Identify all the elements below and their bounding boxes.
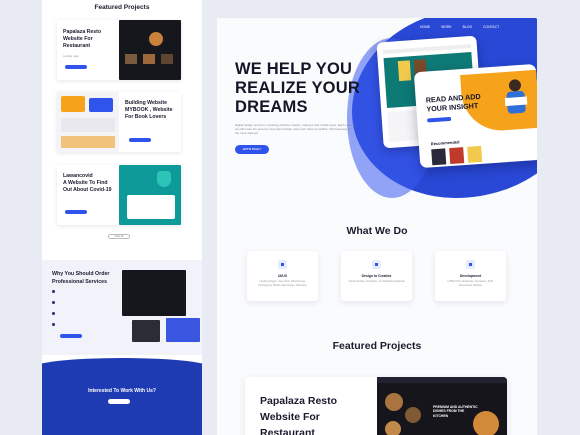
dish-image: [385, 393, 403, 411]
title-line: For Book Lovers: [125, 114, 167, 120]
top-nav: HOME WORK BLOG CONTACT: [420, 25, 499, 29]
project-card-papalaza[interactable]: Papalaza Resto Website For Restaurant La…: [57, 20, 181, 80]
book-row: [61, 136, 115, 148]
project-card-button[interactable]: [65, 210, 87, 214]
project-thumbnail: [119, 20, 181, 80]
title-line: Restaurant: [63, 43, 91, 49]
title-line: Restaurant: [260, 427, 315, 435]
title-line: Professional Services: [52, 279, 108, 285]
hero-description: Digital design services, including websi…: [235, 123, 355, 136]
food-image: [161, 54, 173, 64]
book-cover: [449, 147, 465, 165]
project-card-button[interactable]: [129, 138, 151, 142]
services-title: What We Do: [346, 225, 408, 237]
grid-icon: [372, 260, 381, 269]
nav-work[interactable]: WORK: [441, 25, 452, 29]
why-title: Why You Should Order Professional Servic…: [52, 270, 109, 286]
nav-home[interactable]: HOME: [420, 25, 430, 29]
title-line: A Website To Find: [63, 180, 108, 186]
title-line: Papalaza Resto: [63, 29, 102, 35]
service-name: Design to Creative: [361, 274, 392, 278]
shield-icon: [157, 171, 171, 187]
service-card-uiux: UI/UX Landing Pages, User Flow, Wirefram…: [247, 251, 318, 301]
service-name: Development: [459, 274, 482, 278]
nav-blog[interactable]: BLOG: [463, 25, 472, 29]
headline-line: WE HELP YOU: [235, 60, 353, 78]
project-thumbnail: PREMIUM AND AUTHENTIC DISHES FROM THE KI…: [377, 377, 507, 435]
service-desc: Visual Identity, Animation, Ad, Marketin…: [348, 280, 405, 283]
headline-line: REALIZE YOUR: [235, 79, 360, 97]
project-thumbnail: [119, 165, 181, 225]
project-thumbnail: [57, 92, 119, 152]
featured-projects-title: Featured Projects: [332, 340, 422, 352]
book-cover: [431, 148, 447, 166]
contact-button[interactable]: [108, 399, 130, 404]
why-point: [52, 289, 116, 295]
bullet-icon: [52, 323, 55, 326]
nav-contact[interactable]: CONTACT: [483, 25, 499, 29]
bullet-icon: [52, 312, 55, 315]
headline-line: DREAMS: [235, 98, 308, 116]
main-page-preview: HOME WORK BLOG CONTACT WE HELP YOU REALI…: [217, 18, 537, 435]
project-card-sub: Landing page: [63, 55, 79, 58]
app-screens-image: [166, 318, 200, 342]
project-title: Papalaza Resto Website For Restaurant: [260, 393, 360, 435]
monitor-icon: [278, 260, 287, 269]
thumb-nav: [377, 377, 507, 383]
service-desc: Landing Pages, User Flow, Wireframing, P…: [258, 280, 307, 287]
why-point: [52, 322, 116, 328]
project-card-button[interactable]: [65, 65, 87, 69]
title-line: Building Website: [125, 100, 167, 106]
title-line: MYBOOK , Website: [125, 107, 173, 113]
project-card-lawancovid[interactable]: Lawancovid A Website To Find Out About C…: [57, 165, 181, 225]
why-point: [52, 311, 116, 317]
stats-panel: [127, 195, 175, 219]
title-line: Website For: [63, 36, 93, 42]
code-icon: [466, 260, 475, 269]
lets-talk-button[interactable]: LET'S TALK !: [235, 145, 269, 154]
dish-image: [405, 407, 421, 423]
why-button[interactable]: [60, 334, 82, 338]
title-line: Papalaza Resto: [260, 395, 338, 407]
service-card-design: Design to Creative Visual Identity, Anim…: [341, 251, 412, 301]
bullet-icon: [52, 290, 55, 293]
featured-project-card[interactable]: Papalaza Resto Website For Restaurant PR…: [245, 377, 507, 435]
phone-image: [132, 320, 160, 342]
project-card-title: Lawancovid A Website To Find Out About C…: [63, 173, 112, 194]
book-cover: [467, 145, 483, 163]
dish-image: [385, 421, 401, 435]
food-image: [125, 54, 137, 64]
food-image: [143, 54, 155, 64]
kid-reading-image: [503, 78, 530, 121]
banner-image: [61, 96, 85, 112]
pizza-image: [473, 411, 499, 435]
why-point: [52, 300, 116, 306]
service-desc: HTML/CSS JavaScript, Animation, PHP, Res…: [447, 280, 494, 287]
book-row: [61, 118, 115, 132]
mockup-section-title: Recommended: [430, 139, 460, 147]
project-card-title: Papalaza Resto Website For Restaurant: [63, 29, 101, 50]
project-card-title: Building Website MYBOOK , Website For Bo…: [125, 100, 172, 121]
dish-image: [149, 32, 163, 46]
service-name: UI/UX: [277, 274, 288, 278]
title-line: Why You Should Order: [52, 271, 110, 277]
thumb-headline: PREMIUM AND AUTHENTIC DISHES FROM THE KI…: [433, 405, 478, 418]
project-card-mybook[interactable]: Building Website MYBOOK , Website For Bo…: [57, 92, 181, 152]
mockup-button: [427, 116, 452, 123]
dark-site-image: [122, 270, 186, 316]
tablet-mockup-front: READ AND ADD YOUR INSIGHT Recommended: [413, 63, 537, 169]
mockup-headline: READ AND ADD YOUR INSIGHT: [425, 92, 481, 114]
hero-headline: WE HELP YOU REALIZE YOUR DREAMS: [235, 60, 385, 117]
banner-image: [89, 98, 113, 112]
left-featured-title: Featured Projects: [94, 4, 150, 11]
view-all-button[interactable]: View All: [108, 234, 130, 239]
title-line: Website For: [260, 411, 320, 423]
interest-heading: Interested To Work With Us?: [88, 388, 156, 394]
title-line: Lawancovid: [63, 173, 93, 179]
title-line: Out About Covid-19: [63, 187, 112, 193]
left-page-preview: Featured Projects Papalaza Resto Website…: [42, 0, 202, 435]
service-card-development: Development HTML/CSS JavaScript, Animati…: [435, 251, 506, 301]
bullet-icon: [52, 301, 55, 304]
